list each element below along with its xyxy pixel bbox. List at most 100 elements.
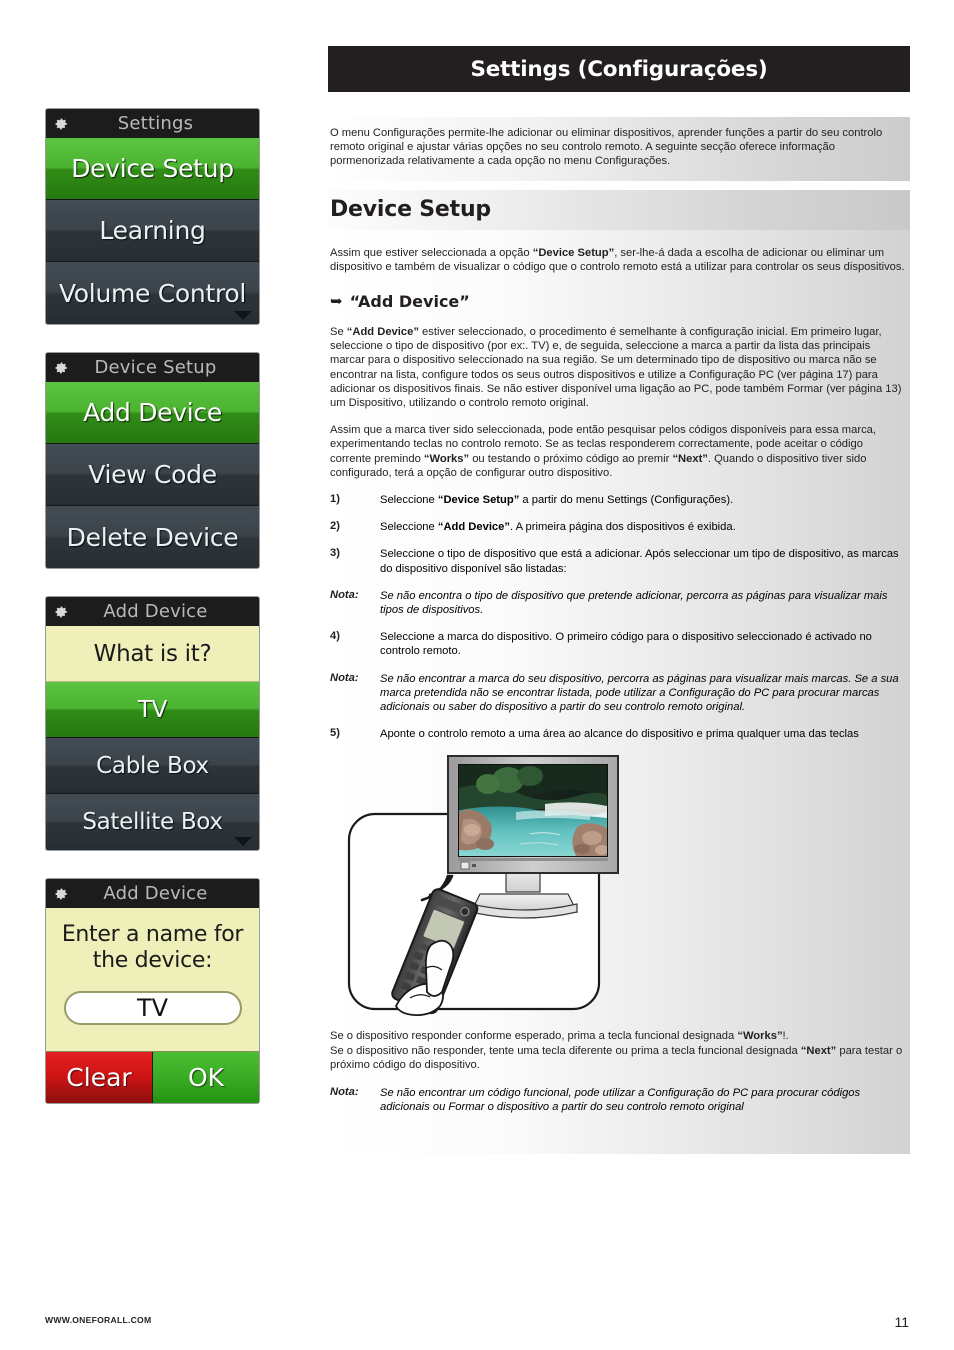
p2-bold: “Add Device” <box>346 326 419 339</box>
screen-add-device-type-title: Add Device <box>103 601 208 622</box>
note-1: Nota: Se não encontra o tipo de disposit… <box>330 589 906 617</box>
menu-item-label: Add Device <box>83 398 222 427</box>
closing-line-1: Se o dispositivo responder conforme espe… <box>330 1029 906 1043</box>
remote-screens-column: Settings Device Setup Learning Volume Co… <box>45 108 260 1131</box>
step-number: 2) <box>330 520 340 533</box>
paragraph-3: Assim que a marca tiver sido seleccionad… <box>330 423 906 480</box>
menu-item-label: Delete Device <box>66 522 239 552</box>
closing-l1-bold: “Works” <box>737 1030 783 1043</box>
device-name-value: TV <box>136 994 169 1023</box>
gear-icon <box>55 118 67 129</box>
closing-l1-a: Se o dispositivo responder conforme espe… <box>330 1030 738 1043</box>
menu-item-volume-control[interactable]: Volume Control <box>46 262 259 324</box>
subsection-heading-label: “Add Device” <box>349 292 470 312</box>
illustration-svg <box>347 755 619 1017</box>
step-text: Aponte o controlo remoto a uma área ao a… <box>380 728 859 741</box>
step-number: 4) <box>330 630 340 643</box>
p1-part-a: Assim que estiver seleccionada a opção <box>330 246 533 259</box>
step-text-pre: Seleccione <box>380 521 438 534</box>
p1-bold: “Device Setup” <box>532 246 615 259</box>
prompt-label: What is it? <box>93 640 212 667</box>
footer-url[interactable]: WWW.ONEFORALL.COM <box>45 1315 151 1325</box>
device-type-tv[interactable]: TV <box>46 682 259 738</box>
closing-line-2: Se o dispositivo não responder, tente um… <box>330 1044 906 1072</box>
p3-bold-next: “Next” <box>672 452 708 465</box>
device-type-satellite-box[interactable]: Satellite Box <box>46 794 259 850</box>
menu-item-label: Device Setup <box>71 154 234 183</box>
closing-l2-a: Se o dispositivo não responder, tente um… <box>330 1044 801 1057</box>
p3-bold-works: “Works” <box>423 452 470 465</box>
step-number: 3) <box>330 547 340 560</box>
gear-icon <box>55 362 67 373</box>
screen-add-device-name: Add Device Enter a name for the device: T… <box>45 878 260 1105</box>
chevron-down-icon[interactable] <box>234 311 252 320</box>
menu-item-delete-device[interactable]: Delete Device <box>46 506 259 568</box>
tv-picture <box>459 765 607 857</box>
clear-button-label: Clear <box>66 1063 132 1093</box>
p3-part-c: ou testando o próximo código ao premir <box>469 452 673 465</box>
paragraph-1: Assim que estiver seleccionada a opção “… <box>330 246 906 274</box>
device-type-label: TV <box>137 696 168 723</box>
note-text: Se não encontra o tipo de dispositivo qu… <box>380 589 888 617</box>
step-3: 3) Seleccione o tipo de dispositivo que … <box>330 547 906 575</box>
menu-item-view-code[interactable]: View Code <box>46 444 259 506</box>
intro-band: O menu Configurações permite-lhe adicion… <box>328 117 910 181</box>
name-entry-buttons: Clear OK <box>46 1051 259 1104</box>
step-2: 2) Seleccione “Add Device”. A primeira p… <box>330 520 906 534</box>
ok-button-label: OK <box>187 1063 225 1093</box>
name-entry-body: Enter a name for the device: TV <box>46 908 259 1052</box>
screen-add-device-name-header: Add Device <box>46 879 259 908</box>
closing-block: Se o dispositivo responder conforme espe… <box>330 1029 906 1114</box>
step-text: Seleccione o tipo de dispositivo que est… <box>380 548 899 575</box>
ok-button[interactable]: OK <box>152 1052 259 1104</box>
p2-part-a: Se <box>330 326 347 339</box>
menu-item-learning[interactable]: Learning <box>46 200 259 262</box>
menu-item-label: Volume Control <box>58 278 247 308</box>
device-type-cable-box[interactable]: Cable Box <box>46 738 259 794</box>
closing-l1-c: !. <box>782 1030 789 1043</box>
step-text: Seleccione “Add Device”. A primeira pági… <box>380 520 906 534</box>
section-band: Device Setup <box>328 189 910 230</box>
step-text-post: a partir do menu Settings (Configurações… <box>519 494 734 507</box>
prompt-what-is-it: What is it? <box>46 626 259 682</box>
chevron-down-icon[interactable] <box>234 837 252 846</box>
footer-page-number: 11 <box>894 1314 909 1330</box>
screen-device-setup: Device Setup Add Device View Code Delete… <box>45 352 260 569</box>
screen-add-device-type-header: Add Device <box>46 597 259 626</box>
note-label: Nota: <box>330 588 359 601</box>
screen-add-device-name-title: Add Device <box>103 883 208 904</box>
step-5: 5) Aponte o controlo remoto a uma área a… <box>330 727 906 741</box>
step-text-bold: “Device Setup” <box>437 494 520 507</box>
name-entry-prompt: Enter a name for the device: <box>61 922 244 973</box>
document-content: Settings (Configurações) O menu Configur… <box>328 0 910 1154</box>
gear-icon <box>55 606 67 617</box>
page-title-bar: Settings (Configurações) <box>328 46 910 92</box>
note-text: Se não encontrar um código funcional, po… <box>380 1087 861 1114</box>
step-number: 1) <box>330 493 340 506</box>
closing-l2-bold: “Next” <box>800 1044 837 1057</box>
step-4: 4) Seleccione a marca do dispositivo. O … <box>330 630 906 658</box>
note-label: Nota: <box>330 671 359 684</box>
arrow-pointer-icon: ➥ <box>330 292 343 311</box>
gear-icon <box>55 888 67 899</box>
manual-page: Settings Device Setup Learning Volume Co… <box>0 0 954 1350</box>
paragraph-2: Se “Add Device” estiver seleccionado, o … <box>330 325 906 410</box>
screen-add-device-type: Add Device What is it? TV Cable Box Sate… <box>45 596 260 851</box>
device-type-label: Cable Box <box>96 752 209 779</box>
flat-screen-tv-icon <box>447 755 619 875</box>
note-label: Nota: <box>330 1086 359 1099</box>
step-text: Seleccione “Device Setup” a partir do me… <box>380 493 906 507</box>
device-name-input[interactable]: TV <box>63 991 242 1026</box>
page-title: Settings (Configurações) <box>470 56 768 82</box>
step-number: 5) <box>330 727 340 740</box>
step-text-post: . A primeira página dos dispositivos é e… <box>509 521 736 534</box>
menu-item-add-device[interactable]: Add Device <box>46 382 259 444</box>
menu-item-device-setup[interactable]: Device Setup <box>46 138 259 200</box>
section-title: Device Setup <box>330 196 491 222</box>
menu-item-label: View Code <box>88 460 217 489</box>
clear-button[interactable]: Clear <box>46 1052 152 1104</box>
note-2: Nota: Se não encontrar a marca do seu di… <box>330 672 906 715</box>
screen-device-setup-header: Device Setup <box>46 353 259 382</box>
note-text: Se não encontrar a marca do seu disposit… <box>380 672 899 714</box>
intro-paragraph: O menu Configurações permite-lhe adicion… <box>330 127 883 168</box>
